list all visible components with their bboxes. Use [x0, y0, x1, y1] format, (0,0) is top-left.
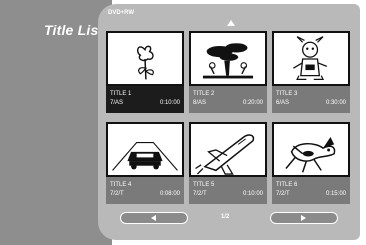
title-duration: 0:08:00	[159, 191, 180, 197]
rose-icon	[106, 31, 184, 86]
title-info: TITLE 6 7/2/T 0:15:00	[272, 177, 350, 204]
title-info: TITLE 2 8/AS 0:20:00	[189, 86, 267, 113]
title-tile-3[interactable]: TITLE 3 6/AS 0:30:00	[272, 31, 350, 113]
title-duration: 0:20:00	[242, 100, 263, 106]
title-duration: 0:15:00	[325, 191, 346, 197]
title-date: 7/2/T	[110, 191, 124, 197]
triangle-right-icon	[301, 215, 306, 221]
title-tile-1[interactable]: TITLE 1 7/AS 0:10:00	[106, 31, 184, 113]
title-info: TITLE 4 7/2/T 0:08:00	[106, 177, 184, 204]
title-tile-6[interactable]: TITLE 6 7/2/T 0:15:00	[272, 122, 350, 204]
disc-type-label: DVD+RW	[108, 10, 135, 16]
title-info: TITLE 3 6/AS 0:30:00	[272, 86, 350, 113]
title-label: TITLE 6	[276, 182, 298, 188]
triangle-left-icon	[151, 215, 156, 221]
title-info: TITLE 1 7/AS 0:10:00	[106, 86, 184, 113]
title-label: TITLE 3	[276, 91, 298, 97]
title-label: TITLE 5	[193, 182, 215, 188]
title-date: 6/AS	[276, 100, 290, 106]
title-label: TITLE 1	[110, 91, 132, 97]
dog-icon	[272, 122, 350, 177]
page-indicator: 1/2	[221, 214, 230, 220]
title-tile-2[interactable]: TITLE 2 8/AS 0:20:00	[189, 31, 267, 113]
title-list-screen: Title List DVD+RW TITLE 1 7/AS 0:10:00 T…	[0, 0, 366, 245]
title-label: TITLE 4	[110, 182, 132, 188]
title-date: 8/AS	[193, 100, 207, 106]
previous-page-button[interactable]	[120, 212, 188, 224]
scroll-up-icon[interactable]	[227, 20, 235, 26]
next-page-button[interactable]	[270, 212, 338, 224]
cartoon-character-icon	[272, 31, 350, 86]
car-road-icon	[106, 122, 184, 177]
pager: 1/2	[120, 212, 340, 224]
bonsai-tree-icon	[189, 31, 267, 86]
title-tile-5[interactable]: TITLE 5 7/2/T 0:10:00	[189, 122, 267, 204]
space-shuttle-icon	[189, 122, 267, 177]
title-label: TITLE 2	[193, 91, 215, 97]
title-info: TITLE 5 7/2/T 0:10:00	[189, 177, 267, 204]
title-date: 7/2/T	[276, 191, 290, 197]
title-duration: 0:10:00	[242, 191, 263, 197]
title-tile-4[interactable]: TITLE 4 7/2/T 0:08:00	[106, 122, 184, 204]
title-date: 7/AS	[110, 100, 124, 106]
title-duration: 0:10:00	[159, 100, 180, 106]
page-title: Title List	[44, 22, 104, 38]
title-duration: 0:30:00	[325, 100, 346, 106]
title-date: 7/2/T	[193, 191, 207, 197]
